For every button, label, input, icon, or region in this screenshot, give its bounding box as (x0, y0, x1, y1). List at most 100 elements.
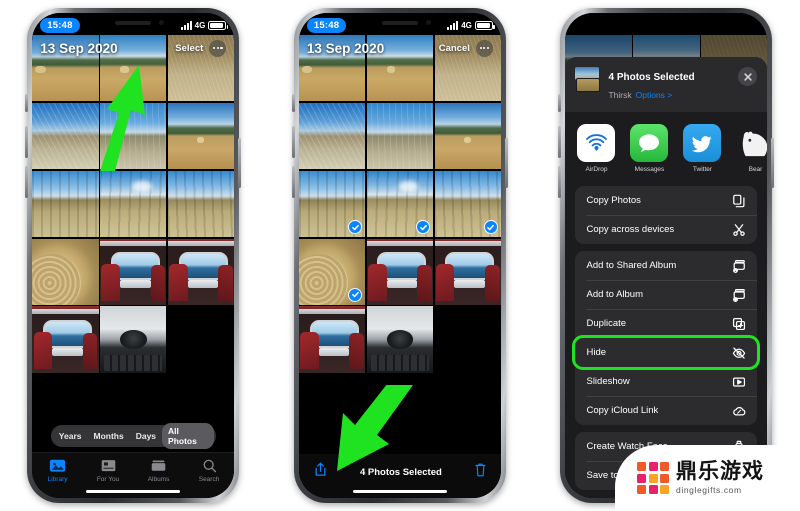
menu-item-slideshow[interactable]: Slideshow (575, 367, 758, 396)
menu-item-duplicate[interactable]: Duplicate (575, 309, 758, 338)
tab-albums[interactable]: Albums (137, 458, 181, 483)
photo-cell[interactable] (167, 102, 235, 170)
menu-item-add-to-shared-album[interactable]: Add to Shared Album (575, 251, 757, 280)
photo-cell[interactable] (32, 102, 99, 170)
phone-device-browse: 15:48 4G 13 Sep 2020 Select Years Months… (25, 8, 242, 503)
photo-cell[interactable] (434, 170, 501, 238)
network-type-label: 4G (194, 21, 206, 30)
phone-slot-3: 4 Photos Selected Thirsk Options > AirDr… (533, 0, 800, 511)
photo-thumbnail (434, 306, 501, 373)
segment-all-photos[interactable]: All Photos (162, 423, 214, 449)
share-target-twitter[interactable]: Twitter (682, 124, 722, 173)
photo-cell[interactable] (366, 170, 434, 238)
signal-bars-icon (447, 21, 459, 30)
photo-cell[interactable] (366, 102, 434, 170)
tab-search[interactable]: Search (187, 458, 231, 483)
phone-slot-1: 15:48 4G 13 Sep 2020 Select Years Months… (0, 0, 267, 511)
home-indicator[interactable] (352, 489, 447, 493)
power-button[interactable] (238, 138, 242, 188)
silent-switch[interactable] (558, 94, 562, 112)
screen-selecting: 15:48 4G 13 Sep 2020 Cancel 4 Photos Sel… (298, 13, 501, 498)
select-button[interactable]: Select (175, 43, 203, 54)
menu-item-copy-across-devices[interactable]: Copy across devices (575, 215, 758, 244)
menu-item-label: Copy iCloud Link (586, 405, 659, 416)
photo-cell[interactable] (366, 306, 434, 373)
photo-cell[interactable] (167, 238, 235, 305)
photo-grid[interactable] (32, 35, 235, 373)
photo-cell[interactable] (298, 238, 366, 305)
photo-cell[interactable] (434, 102, 501, 170)
menu-group-2: Add to Shared Album Add to Album Duplicate… (572, 251, 761, 425)
menu-group-1: Copy Photos Copy across devices (575, 186, 758, 244)
photo-cell[interactable] (298, 170, 366, 238)
power-button[interactable] (771, 138, 775, 188)
menu-item-hide[interactable]: Hide (572, 335, 761, 370)
home-indicator[interactable] (86, 489, 181, 493)
photo-cell[interactable] (167, 170, 235, 238)
watermark-block (648, 485, 658, 494)
photo-cell[interactable] (32, 238, 99, 305)
cancel-button[interactable]: Cancel (439, 43, 470, 54)
screen-browse: 15:48 4G 13 Sep 2020 Select Years Months… (32, 13, 235, 498)
menu-item-copy-icloud-link[interactable]: Copy iCloud Link (575, 396, 758, 425)
share-apps-row[interactable]: AirDrop Messages Twitter Bear (565, 112, 768, 179)
photo-thumbnail (167, 170, 235, 238)
photo-cell[interactable] (32, 306, 99, 373)
albums-icon (150, 458, 167, 473)
app-label: Twitter (692, 166, 713, 173)
volume-down-button[interactable] (291, 166, 295, 198)
segment-days[interactable]: Days (130, 428, 162, 444)
photo-cell[interactable] (366, 238, 434, 305)
photo-cell[interactable] (434, 238, 501, 305)
segment-months[interactable]: Months (88, 428, 130, 444)
photo-cell-empty (434, 306, 501, 373)
close-icon[interactable] (738, 67, 758, 86)
photo-thumbnail (100, 238, 167, 305)
tab-library[interactable]: Library (36, 458, 80, 483)
power-button[interactable] (504, 138, 508, 188)
volume-up-button[interactable] (291, 126, 295, 158)
phone-slot-2: 15:48 4G 13 Sep 2020 Cancel 4 Photos Sel… (267, 0, 534, 511)
timeline-segmented-control[interactable]: Years Months Days All Photos (50, 423, 216, 449)
trash-icon[interactable] (474, 462, 487, 483)
menu-item-add-to-album[interactable]: Add to Album (575, 280, 758, 309)
photo-thumbnail (100, 170, 167, 238)
menu-item-label: Copy across devices (586, 224, 675, 235)
photo-thumbnail (167, 238, 235, 305)
photo-cell[interactable] (100, 306, 167, 373)
volume-up-button[interactable] (558, 126, 562, 158)
options-link[interactable]: Options > (636, 90, 673, 100)
status-bar: 15:48 4G (32, 13, 234, 35)
menu-item-label: Add to Shared Album (586, 260, 677, 271)
silent-switch[interactable] (25, 94, 29, 112)
share-target-messages[interactable]: Messages (629, 124, 669, 173)
photo-thumbnail (32, 102, 99, 170)
photo-cell[interactable] (32, 170, 99, 238)
photo-cell[interactable] (100, 170, 167, 238)
photo-cell[interactable] (298, 102, 366, 170)
photo-grid[interactable] (298, 35, 501, 373)
screenshot-stage: 15:48 4G 13 Sep 2020 Select Years Months… (0, 0, 800, 511)
menu-item-label: Slideshow (586, 376, 630, 387)
photo-cell[interactable] (100, 238, 167, 305)
silent-switch[interactable] (291, 94, 295, 112)
volume-down-button[interactable] (25, 166, 29, 198)
shared-album-icon (731, 258, 746, 273)
ellipsis-icon[interactable] (475, 39, 493, 57)
photo-thumbnail (434, 102, 501, 170)
volume-up-button[interactable] (25, 126, 29, 158)
share-target-bear[interactable]: Bear (735, 124, 768, 173)
status-indicators: 4G (447, 21, 495, 30)
photo-cell[interactable] (298, 306, 366, 373)
tab-for-you[interactable]: For You (86, 458, 130, 483)
volume-down-button[interactable] (558, 166, 562, 198)
selection-count-label: 4 Photos Selected (359, 466, 442, 478)
selection-checkmark[interactable] (483, 220, 498, 235)
segment-years[interactable]: Years (53, 428, 88, 444)
menu-item-copy-photos[interactable]: Copy Photos (575, 186, 757, 215)
share-icon[interactable] (313, 461, 328, 483)
ellipsis-icon[interactable] (209, 39, 227, 57)
selection-thumbnail (575, 67, 601, 93)
photo-cell[interactable] (100, 102, 167, 170)
share-target-airdrop[interactable]: AirDrop (576, 124, 616, 173)
